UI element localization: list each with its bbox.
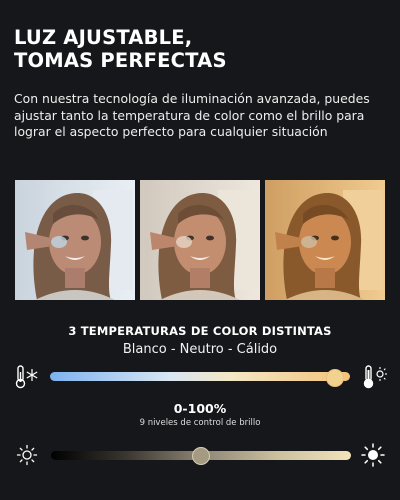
- headline: LUZ AJUSTABLE, TOMAS PERFECTAS: [14, 26, 227, 72]
- dim-sun-icon: [16, 444, 38, 471]
- headline-line-2: TOMAS PERFECTAS: [14, 49, 227, 72]
- brightness-range-title: 0-100%: [173, 401, 227, 416]
- headline-line-1: LUZ AJUSTABLE,: [14, 26, 193, 49]
- temperature-title: 3 TEMPERATURAS DE COLOR DISTINTAS: [68, 324, 332, 338]
- product-banner: LUZ AJUSTABLE, TOMAS PERFECTAS Con nuest…: [0, 0, 400, 500]
- thermometer-sun-icon: [362, 364, 388, 395]
- photo-neutral-light: [140, 180, 260, 300]
- intro-text: Con nuestra tecnología de iluminación av…: [14, 91, 370, 139]
- temperature-subtitle: Blanco - Neutro - Cálido: [122, 342, 278, 357]
- temperature-slider-handle[interactable]: [326, 369, 344, 387]
- brightness-levels-subtitle: 9 niveles de control de brillo: [139, 418, 261, 428]
- thermometer-snowflake-icon: [14, 364, 40, 395]
- brightness-slider-handle[interactable]: [192, 447, 210, 465]
- photo-white-light: [15, 180, 135, 300]
- bright-sun-icon: [361, 443, 385, 472]
- photo-strip: [15, 180, 385, 300]
- photo-warm-light: [265, 180, 385, 300]
- temperature-slider-track[interactable]: [50, 372, 350, 381]
